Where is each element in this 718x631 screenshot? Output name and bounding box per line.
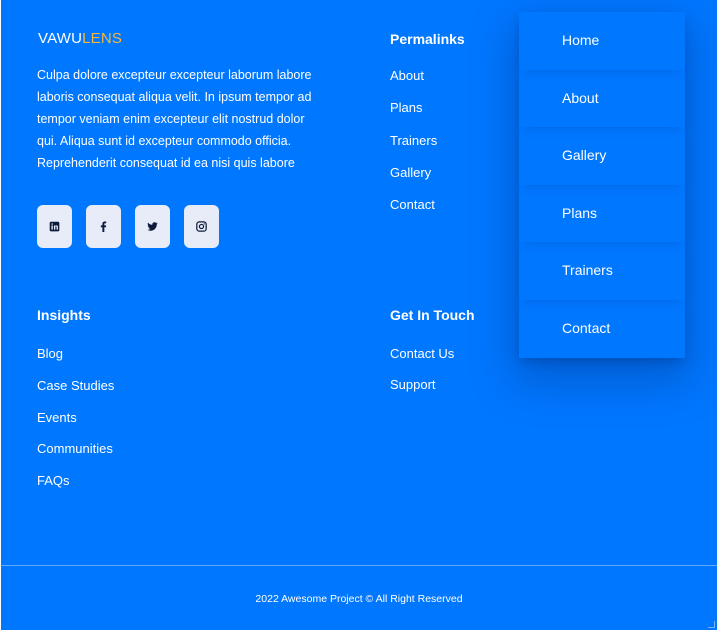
dropdown-item-home[interactable]: Home — [519, 12, 685, 70]
instagram-button[interactable] — [184, 205, 219, 248]
copyright-text: 2022 Awesome Project © All Right Reserve… — [255, 593, 463, 605]
linkedin-icon — [49, 221, 60, 232]
touch-link-support[interactable]: Support — [390, 377, 454, 408]
brand-logo[interactable]: VAWULENS — [38, 30, 122, 47]
touch-link-contact-us[interactable]: Contact Us — [390, 346, 454, 377]
dropdown-item-about[interactable]: About — [519, 70, 685, 128]
get-in-touch-list: Contact Us Support — [390, 346, 454, 408]
brand-logo-part1: VAWU — [38, 30, 83, 47]
permalinks-heading: Permalinks — [390, 31, 465, 47]
dropdown-menu: Home About Gallery Plans Trainers Contac… — [519, 12, 685, 358]
insights-link-events[interactable]: Events — [37, 410, 114, 442]
permalinks-list: About Plans Trainers Gallery Contact — [390, 68, 437, 229]
get-in-touch-heading: Get In Touch — [390, 307, 475, 323]
permalink-about[interactable]: About — [390, 68, 437, 100]
permalink-plans[interactable]: Plans — [390, 100, 437, 132]
facebook-button[interactable] — [86, 205, 121, 248]
twitter-button[interactable] — [135, 205, 170, 248]
insights-link-case-studies[interactable]: Case Studies — [37, 378, 114, 410]
linkedin-button[interactable] — [37, 205, 72, 248]
dropdown-item-plans[interactable]: Plans — [519, 185, 685, 243]
about-description: Culpa dolore excepteur excepteur laborum… — [37, 68, 312, 170]
dropdown-item-trainers[interactable]: Trainers — [519, 242, 685, 300]
insights-link-communities[interactable]: Communities — [37, 441, 114, 473]
twitter-icon — [147, 222, 158, 231]
footer-divider — [1, 565, 717, 566]
insights-link-faqs[interactable]: FAQs — [37, 473, 114, 505]
permalink-gallery[interactable]: Gallery — [390, 165, 437, 197]
insights-heading: Insights — [37, 307, 91, 323]
resize-grip[interactable] — [708, 621, 715, 628]
permalink-trainers[interactable]: Trainers — [390, 133, 437, 165]
brand-logo-part2: LENS — [82, 30, 123, 47]
footer: VAWULENS Culpa dolore excepteur excepteu… — [1, 0, 717, 630]
dropdown-item-contact[interactable]: Contact — [519, 300, 685, 358]
insights-list: Blog Case Studies Events Communities FAQ… — [37, 346, 114, 505]
facebook-icon — [100, 221, 107, 232]
insights-link-blog[interactable]: Blog — [37, 346, 114, 378]
dropdown-item-gallery[interactable]: Gallery — [519, 127, 685, 185]
permalink-contact[interactable]: Contact — [390, 197, 437, 229]
instagram-icon — [196, 221, 207, 232]
social-links — [37, 205, 219, 248]
